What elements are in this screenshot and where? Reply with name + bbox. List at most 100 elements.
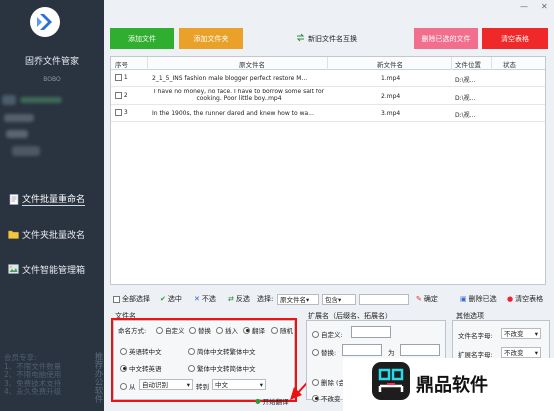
mode-translate-radio[interactable]: 翻译 — [243, 325, 265, 335]
invert-icon: ⇄ — [228, 295, 234, 303]
clear-icon: ● — [507, 295, 514, 303]
watermark-text: 鼎品软件 — [416, 375, 488, 396]
row-orig-name: In the 1900s, the runner dared and knew … — [152, 110, 314, 117]
row-checkbox[interactable] — [115, 74, 122, 81]
ext-delete-radio[interactable]: 删除 (会 — [312, 377, 345, 387]
ext-replace-radio[interactable]: 替换: — [312, 347, 336, 357]
confirm-icon: ✎ — [416, 295, 422, 303]
row-location: D:\视... — [455, 77, 476, 84]
add-folder-button[interactable]: 添加文件夹 — [179, 28, 243, 49]
row-new-name: 3.mp4 — [381, 110, 401, 117]
blurred-info — [6, 130, 28, 138]
ext-for-label: 为 — [388, 349, 395, 357]
swap-label: 新旧文件名互换 — [308, 34, 357, 43]
minimize-icon[interactable]: — — [520, 2, 528, 11]
col-new: 新文件名 — [377, 61, 403, 69]
option-en-to-zh[interactable]: 英语转中文 — [120, 346, 162, 356]
table-header: 序号 原文件名 新文件名 文件位置 状态 — [111, 57, 545, 70]
close-icon[interactable]: ✕ — [541, 2, 548, 11]
row-orig-name: 2_1_5_INS fashion male blogger perfect r… — [152, 75, 308, 82]
member-benefits: 会员专享: 1、不限文件数量 2、不限电脑使用 3、免费技术支持 4、永久免费升… — [4, 353, 78, 397]
row-seq: 3 — [123, 109, 128, 116]
sidebar: 固乔文件管家 BOBO 文件批量重命名 文件夹批量改名 文件智能管理箱 会员专享… — [0, 0, 104, 411]
ext-replace-from-input[interactable] — [342, 344, 382, 356]
table-row[interactable]: 2 I have no money, no face. I have to bo… — [111, 87, 545, 105]
select-button[interactable]: ✔ 选中 — [160, 294, 182, 304]
to-label: 转到 — [196, 383, 209, 391]
start-translate-button[interactable]: ● 开始翻译 — [255, 396, 289, 406]
chevron-down-icon: ▾ — [186, 380, 190, 389]
check-icon: ✔ — [160, 295, 166, 303]
col-orig: 原文件名 — [239, 61, 265, 69]
unselect-button[interactable]: ✕ 不选 — [194, 294, 216, 304]
image-box-icon — [8, 264, 19, 275]
nav-label: 文件智能管理箱 — [22, 265, 86, 276]
delete-selected-files-button[interactable]: 删除已选的文件 — [414, 28, 478, 49]
mode-custom-radio[interactable]: 自定义 — [156, 325, 185, 335]
douyin-logo-icon — [372, 362, 410, 400]
selection-toolbar: 全部选择 ✔ 选中 ✕ 不选 ⇄ 反选 选择: 原文件名▾ 包含▾ ✎ 确定 ▣ 删除已选… — [110, 292, 550, 306]
row-checkbox[interactable] — [115, 109, 122, 116]
choose-label: 选择: — [257, 295, 274, 303]
col-status: 状态 — [503, 61, 516, 69]
name-case-select[interactable]: 不改变 ▾ — [501, 328, 541, 339]
chevron-down-icon: ▾ — [306, 295, 310, 304]
play-icon: ● — [255, 397, 261, 405]
blurred-info — [20, 97, 62, 103]
file-table: 序号 原文件名 新文件名 文件位置 状态 1 2_1_5_INS fashion… — [110, 56, 546, 285]
option-zh-to-en[interactable]: 中文转英语 — [120, 363, 162, 373]
option-simp-to-trad[interactable]: 简体中文转繁体中文 — [188, 346, 256, 356]
row-orig-name: I have no money, no face. I have to borr… — [153, 89, 325, 102]
table-row[interactable]: 3 In the 1900s, the runner dared and kne… — [111, 105, 545, 122]
naming-mode-label: 命名方式: — [118, 327, 147, 335]
app-window: 固乔文件管家 BOBO 文件批量重命名 文件夹批量改名 文件智能管理箱 会员专享… — [0, 0, 554, 411]
field-select[interactable]: 原文件名▾ — [277, 293, 319, 305]
option-trad-to-simp[interactable]: 繁体中文转简体中文 — [188, 363, 256, 373]
app-name: 固乔文件管家 — [24, 57, 79, 67]
clear-table-button[interactable]: 清空表格 — [482, 28, 548, 49]
from-radio[interactable]: 从 — [120, 381, 136, 391]
row-checkbox[interactable] — [115, 92, 122, 99]
mode-replace-radio[interactable]: 替换 — [189, 325, 211, 335]
col-seq: 序号 — [115, 61, 128, 69]
swap-names-button[interactable]: 新旧文件名互换 — [296, 33, 357, 44]
invert-button[interactable]: ⇄ 反选 — [228, 294, 250, 304]
table-row[interactable]: 1 2_1_5_INS fashion male blogger perfect… — [111, 70, 545, 87]
blurred-info — [4, 114, 34, 122]
mode-random-radio[interactable]: 随机 — [271, 325, 293, 335]
nav-smart-box[interactable]: 文件智能管理箱 — [8, 261, 85, 277]
select-all-checkbox[interactable]: 全部选择 — [113, 294, 150, 304]
filter-input[interactable] — [359, 293, 409, 305]
app-logo — [30, 7, 60, 37]
nav-batch-rename[interactable]: 文件批量重命名 — [8, 191, 86, 207]
ext-custom-radio[interactable]: 自定义: — [312, 329, 343, 339]
match-select[interactable]: 包含▾ — [322, 293, 356, 305]
add-file-button[interactable]: 添加文件 — [110, 28, 174, 49]
delete-selected-button[interactable]: ▣ 删除已选 — [460, 294, 497, 304]
folder-icon — [8, 229, 19, 240]
from-language-select[interactable]: 自动识别 ▾ — [139, 379, 193, 390]
user-name: BOBO — [43, 76, 61, 83]
mode-insert-radio[interactable]: 插入 — [216, 325, 238, 335]
member-line: 4、永久免费升级 — [4, 387, 62, 396]
ext-custom-input[interactable] — [351, 326, 391, 338]
clear-table-link[interactable]: ● 清空表格 — [507, 294, 543, 304]
row-seq: 2 — [123, 92, 128, 99]
swap-icon — [296, 33, 305, 44]
delete-icon: ▣ — [460, 295, 467, 303]
cross-icon: ✕ — [194, 295, 200, 303]
ext-case-select[interactable]: 不改变 ▾ — [501, 347, 541, 358]
chevron-down-icon: ▾ — [259, 380, 263, 389]
to-language-select[interactable]: 中文 ▾ — [212, 379, 266, 390]
nav-folder-rename[interactable]: 文件夹批量改名 — [8, 226, 85, 242]
row-new-name: 2.mp4 — [381, 93, 401, 100]
promo-link[interactable]: 推荐办公软件 — [82, 352, 103, 403]
name-case-label: 文件名字母: — [458, 332, 493, 340]
ext-replace-to-input[interactable] — [400, 344, 440, 356]
document-icon — [8, 193, 19, 205]
confirm-button[interactable]: ✎ 确定 — [416, 294, 438, 304]
row-location: D:\视... — [455, 112, 476, 119]
nav-label: 文件批量重命名 — [22, 192, 86, 206]
nav-label: 文件夹批量改名 — [22, 230, 86, 241]
ext-no-change-radio[interactable]: 不改变 — [312, 393, 341, 403]
